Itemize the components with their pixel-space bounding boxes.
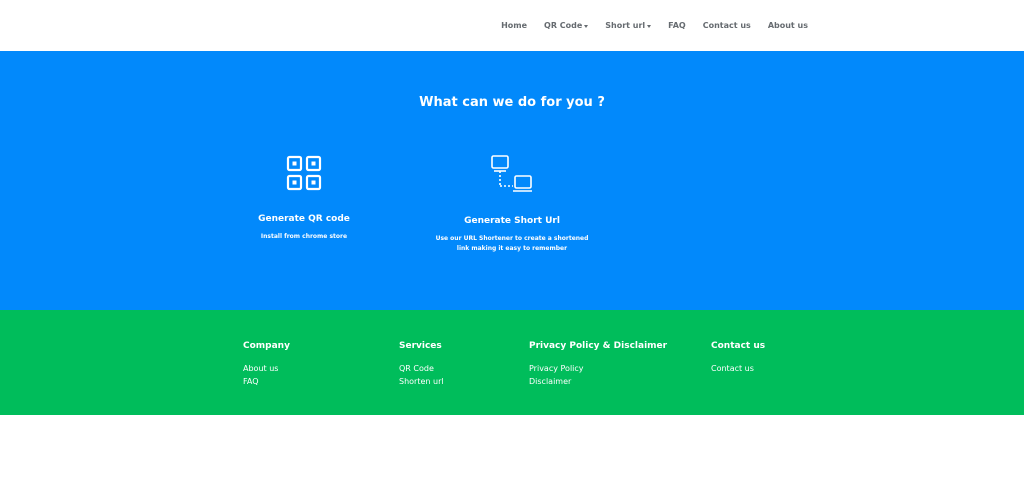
nav-item-home[interactable]: Home	[501, 21, 527, 30]
footer-contact-heading: Contact us	[711, 341, 766, 351]
caret-down-icon	[584, 24, 589, 28]
site-footer: Company About us FAQ Services QR Code Sh…	[0, 310, 1024, 415]
footer-col-privacy: Privacy Policy & Disclaimer Privacy Poli…	[529, 341, 667, 388]
nav-home-label: Home	[501, 21, 528, 30]
footer-link-qr-code[interactable]: QR Code	[399, 362, 444, 375]
caret-down-icon	[647, 24, 652, 28]
services-section: What can we do for you ? Generate QR cod…	[0, 51, 1024, 310]
nav-item-faq[interactable]: FAQ	[668, 21, 686, 30]
footer-link-privacy-policy[interactable]: Privacy Policy	[529, 362, 667, 375]
nav-about-us-label: About us	[767, 21, 808, 30]
service-short-url-description-line-2: link making it easy to remember	[456, 245, 568, 252]
footer-company-heading: Company	[243, 341, 290, 351]
footer-link-faq[interactable]: FAQ	[243, 375, 290, 388]
nav-short-url-label: Short url	[605, 21, 646, 30]
service-qr-code: Generate QR code Install from chrome sto…	[229, 155, 379, 242]
service-short-url-description: Use our URL Shortener to create a shorte…	[422, 234, 602, 254]
nav-qr-code-label: QR Code	[544, 21, 583, 30]
link-flow-icon	[491, 155, 532, 192]
nav-item-short-url[interactable]: Short url	[605, 21, 652, 30]
footer-privacy-heading: Privacy Policy & Disclaimer	[529, 341, 668, 351]
nav-contact-us-label: Contact us	[702, 21, 751, 30]
service-short-url-description-line-1: Use our URL Shortener to create a shorte…	[435, 235, 589, 242]
footer-link-contact-us[interactable]: Contact us	[711, 362, 765, 375]
nav-menu: Home QR Code Short url FAQ Contact us Ab…	[501, 0, 808, 51]
service-short-url-title: Generate Short Url	[464, 216, 560, 226]
footer-col-company: Company About us FAQ	[243, 341, 290, 388]
nav-item-contact-us[interactable]: Contact us	[703, 21, 751, 30]
footer-link-about-us[interactable]: About us	[243, 362, 290, 375]
service-qr-title: Generate QR code	[258, 214, 350, 224]
top-navbar: Home QR Code Short url FAQ Contact us Ab…	[0, 0, 1024, 51]
service-qr-description: Install from chrome store	[260, 233, 348, 240]
footer-col-contact: Contact us Contact us	[711, 341, 765, 375]
footer-services-heading: Services	[399, 341, 442, 351]
footer-col-services: Services QR Code Shorten url	[399, 341, 444, 388]
qr-code-icon	[286, 155, 322, 191]
footer-link-disclaimer[interactable]: Disclaimer	[529, 375, 667, 388]
nav-item-about-us[interactable]: About us	[768, 21, 808, 30]
footer-link-shorten-url[interactable]: Shorten url	[399, 375, 444, 388]
nav-item-qr-code[interactable]: QR Code	[544, 21, 589, 30]
service-short-url: Generate Short Url Use our URL Shortener…	[422, 155, 602, 254]
nav-faq-label: FAQ	[668, 21, 686, 30]
section-title: What can we do for you ?	[419, 95, 605, 110]
